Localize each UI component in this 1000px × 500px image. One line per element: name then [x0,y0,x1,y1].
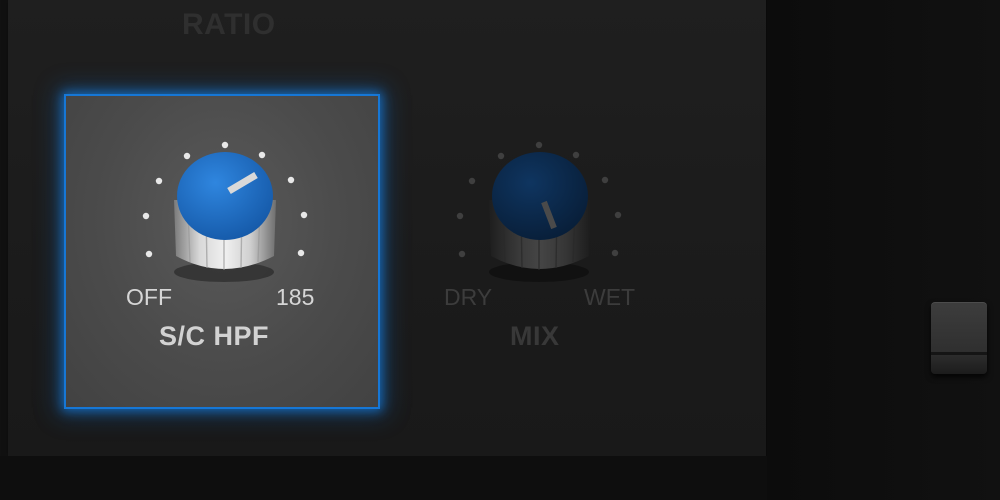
fader-track-area [767,0,1000,500]
plugin-window: RATIO OFF 185 S/C HPF DRY WET MIX [0,0,1000,500]
mix-title: MIX [510,321,560,351]
sc-hpf-max-label: 185 [276,284,315,310]
sc-hpf-title: S/C HPF [159,321,270,351]
mix-min-label: DRY [444,284,493,310]
sc-hpf-knob-cap [177,152,273,240]
sc-hpf-module[interactable]: OFF 185 S/C HPF [64,94,380,409]
sc-hpf-knob[interactable] [66,96,378,336]
sc-hpf-min-label: OFF [126,284,172,310]
bottom-strip [0,456,767,500]
fader-handle-icon[interactable] [931,302,987,374]
ratio-label: RATIO [182,8,276,41]
mix-knob-cap [492,152,588,240]
mix-max-label: WET [584,284,636,310]
mix-module[interactable]: DRY WET MIX [400,96,700,407]
